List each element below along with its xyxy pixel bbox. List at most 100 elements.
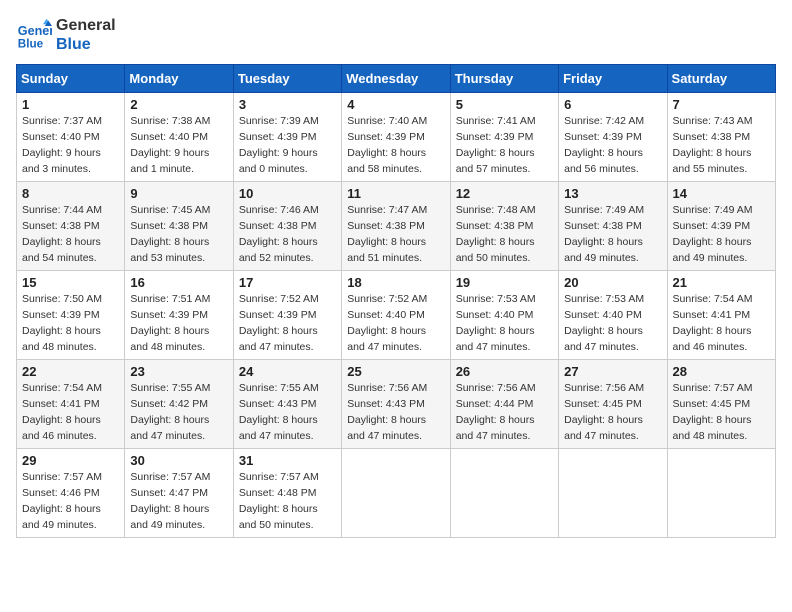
calendar-cell: 14 Sunrise: 7:49 AMSunset: 4:39 PMDaylig… xyxy=(667,182,775,271)
calendar-cell: 17 Sunrise: 7:52 AMSunset: 4:39 PMDaylig… xyxy=(233,271,341,360)
day-number: 24 xyxy=(239,364,336,379)
day-number: 21 xyxy=(673,275,770,290)
day-info: Sunrise: 7:55 AMSunset: 4:42 PMDaylight:… xyxy=(130,382,210,441)
weekday-header-sunday: Sunday xyxy=(17,65,125,93)
svg-text:Blue: Blue xyxy=(18,38,44,51)
calendar-cell xyxy=(559,449,667,538)
day-number: 11 xyxy=(347,186,444,201)
day-info: Sunrise: 7:57 AMSunset: 4:45 PMDaylight:… xyxy=(673,382,753,441)
day-number: 10 xyxy=(239,186,336,201)
calendar-cell: 24 Sunrise: 7:55 AMSunset: 4:43 PMDaylig… xyxy=(233,360,341,449)
day-number: 8 xyxy=(22,186,119,201)
calendar-table: SundayMondayTuesdayWednesdayThursdayFrid… xyxy=(16,64,776,538)
logo-blue: Blue xyxy=(56,35,116,54)
day-info: Sunrise: 7:48 AMSunset: 4:38 PMDaylight:… xyxy=(456,204,536,263)
calendar-cell: 30 Sunrise: 7:57 AMSunset: 4:47 PMDaylig… xyxy=(125,449,233,538)
day-number: 23 xyxy=(130,364,227,379)
day-info: Sunrise: 7:56 AMSunset: 4:44 PMDaylight:… xyxy=(456,382,536,441)
day-number: 14 xyxy=(673,186,770,201)
calendar-cell: 5 Sunrise: 7:41 AMSunset: 4:39 PMDayligh… xyxy=(450,93,558,182)
calendar-cell: 9 Sunrise: 7:45 AMSunset: 4:38 PMDayligh… xyxy=(125,182,233,271)
weekday-header-tuesday: Tuesday xyxy=(233,65,341,93)
day-number: 27 xyxy=(564,364,661,379)
calendar-cell: 25 Sunrise: 7:56 AMSunset: 4:43 PMDaylig… xyxy=(342,360,450,449)
day-info: Sunrise: 7:52 AMSunset: 4:39 PMDaylight:… xyxy=(239,293,319,352)
calendar-cell: 13 Sunrise: 7:49 AMSunset: 4:38 PMDaylig… xyxy=(559,182,667,271)
calendar-cell: 11 Sunrise: 7:47 AMSunset: 4:38 PMDaylig… xyxy=(342,182,450,271)
day-number: 28 xyxy=(673,364,770,379)
page-header: General Blue General Blue xyxy=(16,16,776,54)
calendar-cell: 2 Sunrise: 7:38 AMSunset: 4:40 PMDayligh… xyxy=(125,93,233,182)
calendar-cell: 28 Sunrise: 7:57 AMSunset: 4:45 PMDaylig… xyxy=(667,360,775,449)
calendar-cell: 4 Sunrise: 7:40 AMSunset: 4:39 PMDayligh… xyxy=(342,93,450,182)
calendar-cell: 1 Sunrise: 7:37 AMSunset: 4:40 PMDayligh… xyxy=(17,93,125,182)
day-number: 7 xyxy=(673,97,770,112)
day-info: Sunrise: 7:49 AMSunset: 4:39 PMDaylight:… xyxy=(673,204,753,263)
day-number: 18 xyxy=(347,275,444,290)
day-info: Sunrise: 7:42 AMSunset: 4:39 PMDaylight:… xyxy=(564,115,644,174)
day-info: Sunrise: 7:38 AMSunset: 4:40 PMDaylight:… xyxy=(130,115,210,174)
day-number: 15 xyxy=(22,275,119,290)
day-number: 3 xyxy=(239,97,336,112)
day-number: 2 xyxy=(130,97,227,112)
day-number: 12 xyxy=(456,186,553,201)
day-number: 1 xyxy=(22,97,119,112)
calendar-cell: 31 Sunrise: 7:57 AMSunset: 4:48 PMDaylig… xyxy=(233,449,341,538)
weekday-header-saturday: Saturday xyxy=(667,65,775,93)
calendar-cell: 16 Sunrise: 7:51 AMSunset: 4:39 PMDaylig… xyxy=(125,271,233,360)
day-info: Sunrise: 7:43 AMSunset: 4:38 PMDaylight:… xyxy=(673,115,753,174)
weekday-header-wednesday: Wednesday xyxy=(342,65,450,93)
logo-icon: General Blue xyxy=(16,17,52,53)
day-number: 22 xyxy=(22,364,119,379)
calendar-cell: 26 Sunrise: 7:56 AMSunset: 4:44 PMDaylig… xyxy=(450,360,558,449)
day-info: Sunrise: 7:45 AMSunset: 4:38 PMDaylight:… xyxy=(130,204,210,263)
weekday-header-friday: Friday xyxy=(559,65,667,93)
day-number: 5 xyxy=(456,97,553,112)
day-info: Sunrise: 7:55 AMSunset: 4:43 PMDaylight:… xyxy=(239,382,319,441)
calendar-cell: 8 Sunrise: 7:44 AMSunset: 4:38 PMDayligh… xyxy=(17,182,125,271)
day-info: Sunrise: 7:40 AMSunset: 4:39 PMDaylight:… xyxy=(347,115,427,174)
day-info: Sunrise: 7:37 AMSunset: 4:40 PMDaylight:… xyxy=(22,115,102,174)
day-info: Sunrise: 7:54 AMSunset: 4:41 PMDaylight:… xyxy=(673,293,753,352)
day-info: Sunrise: 7:51 AMSunset: 4:39 PMDaylight:… xyxy=(130,293,210,352)
calendar-cell: 21 Sunrise: 7:54 AMSunset: 4:41 PMDaylig… xyxy=(667,271,775,360)
day-info: Sunrise: 7:57 AMSunset: 4:47 PMDaylight:… xyxy=(130,471,210,530)
calendar-cell: 12 Sunrise: 7:48 AMSunset: 4:38 PMDaylig… xyxy=(450,182,558,271)
day-info: Sunrise: 7:47 AMSunset: 4:38 PMDaylight:… xyxy=(347,204,427,263)
day-number: 29 xyxy=(22,453,119,468)
calendar-cell: 15 Sunrise: 7:50 AMSunset: 4:39 PMDaylig… xyxy=(17,271,125,360)
weekday-header-thursday: Thursday xyxy=(450,65,558,93)
day-number: 19 xyxy=(456,275,553,290)
day-info: Sunrise: 7:56 AMSunset: 4:45 PMDaylight:… xyxy=(564,382,644,441)
day-number: 30 xyxy=(130,453,227,468)
day-info: Sunrise: 7:44 AMSunset: 4:38 PMDaylight:… xyxy=(22,204,102,263)
calendar-cell: 3 Sunrise: 7:39 AMSunset: 4:39 PMDayligh… xyxy=(233,93,341,182)
calendar-cell: 29 Sunrise: 7:57 AMSunset: 4:46 PMDaylig… xyxy=(17,449,125,538)
calendar-cell: 23 Sunrise: 7:55 AMSunset: 4:42 PMDaylig… xyxy=(125,360,233,449)
calendar-cell xyxy=(667,449,775,538)
day-info: Sunrise: 7:57 AMSunset: 4:48 PMDaylight:… xyxy=(239,471,319,530)
day-number: 17 xyxy=(239,275,336,290)
day-info: Sunrise: 7:52 AMSunset: 4:40 PMDaylight:… xyxy=(347,293,427,352)
day-info: Sunrise: 7:54 AMSunset: 4:41 PMDaylight:… xyxy=(22,382,102,441)
day-info: Sunrise: 7:39 AMSunset: 4:39 PMDaylight:… xyxy=(239,115,319,174)
day-number: 20 xyxy=(564,275,661,290)
day-number: 26 xyxy=(456,364,553,379)
calendar-cell xyxy=(342,449,450,538)
calendar-cell: 10 Sunrise: 7:46 AMSunset: 4:38 PMDaylig… xyxy=(233,182,341,271)
day-number: 31 xyxy=(239,453,336,468)
day-info: Sunrise: 7:41 AMSunset: 4:39 PMDaylight:… xyxy=(456,115,536,174)
calendar-cell xyxy=(450,449,558,538)
svg-text:General: General xyxy=(18,24,52,38)
day-number: 25 xyxy=(347,364,444,379)
day-info: Sunrise: 7:53 AMSunset: 4:40 PMDaylight:… xyxy=(564,293,644,352)
day-info: Sunrise: 7:49 AMSunset: 4:38 PMDaylight:… xyxy=(564,204,644,263)
logo-general: General xyxy=(56,16,116,35)
day-info: Sunrise: 7:53 AMSunset: 4:40 PMDaylight:… xyxy=(456,293,536,352)
day-info: Sunrise: 7:46 AMSunset: 4:38 PMDaylight:… xyxy=(239,204,319,263)
day-number: 9 xyxy=(130,186,227,201)
day-number: 13 xyxy=(564,186,661,201)
calendar-cell: 27 Sunrise: 7:56 AMSunset: 4:45 PMDaylig… xyxy=(559,360,667,449)
calendar-cell: 6 Sunrise: 7:42 AMSunset: 4:39 PMDayligh… xyxy=(559,93,667,182)
day-number: 4 xyxy=(347,97,444,112)
